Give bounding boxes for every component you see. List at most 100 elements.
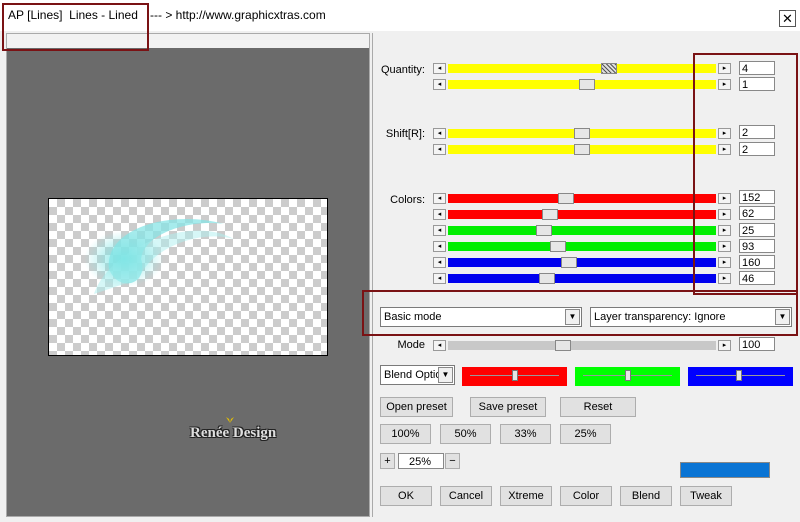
green-color-bar[interactable] [575,367,680,386]
slider-thumb[interactable] [541,209,558,220]
zoom-25-button[interactable]: 25% [560,424,611,444]
slider-thumb[interactable] [557,193,574,204]
quantity-value-1[interactable]: 4 [739,61,775,75]
color-bar-knob[interactable] [624,370,631,381]
slider-right-arrow-icon[interactable]: ▸ [718,79,731,90]
logo: Renée Design [190,425,277,441]
color-slider-3[interactable]: ◂ ▸ [433,225,731,236]
slider-track[interactable] [448,63,716,74]
slider-left-arrow-icon[interactable]: ◂ [433,257,446,268]
shift-slider-2[interactable]: ◂ ▸ [433,144,731,155]
slider-thumb[interactable] [600,63,617,74]
color-value-4[interactable]: 93 [739,239,775,253]
slider-right-arrow-icon[interactable]: ▸ [718,225,731,236]
slider-left-arrow-icon[interactable]: ◂ [433,128,446,139]
slider-right-arrow-icon[interactable]: ▸ [718,193,731,204]
chevron-down-icon[interactable]: ▼ [775,309,790,325]
slider-right-arrow-icon[interactable]: ▸ [718,209,731,220]
slider-left-arrow-icon[interactable]: ◂ [433,273,446,284]
mode-slider[interactable]: ◂ ▸ [433,340,731,351]
slider-track[interactable] [448,225,716,236]
slider-left-arrow-icon[interactable]: ◂ [433,193,446,204]
open-preset-button[interactable]: Open preset [380,397,453,417]
quantity-slider-2[interactable]: ◂ ▸ [433,79,731,90]
preview-canvas[interactable] [48,198,328,356]
mode-value[interactable]: 100 [739,337,775,351]
ok-button[interactable]: OK [380,486,432,506]
save-preset-button[interactable]: Save preset [470,397,546,417]
slider-left-arrow-icon[interactable]: ◂ [433,79,446,90]
slider-thumb[interactable] [574,144,590,155]
zoom-value[interactable]: 25% [398,453,444,469]
blend-options-dropdown[interactable]: Blend Optio ▼ [380,365,455,385]
slider-right-arrow-icon[interactable]: ▸ [718,241,731,252]
chevron-down-icon[interactable]: ▼ [438,367,453,383]
cancel-button[interactable]: Cancel [440,486,492,506]
slider-left-arrow-icon[interactable]: ◂ [433,63,446,74]
slider-thumb[interactable] [555,340,572,351]
shift-value-1[interactable]: 2 [739,125,775,139]
slider-thumb[interactable] [539,273,556,284]
slider-track[interactable] [448,79,716,90]
color-button[interactable]: Color [560,486,612,506]
color-slider-6[interactable]: ◂ ▸ [433,273,731,284]
xtreme-button[interactable]: Xtreme [500,486,552,506]
mode-dropdown[interactable]: Basic mode ▼ [380,307,582,327]
slider-left-arrow-icon[interactable]: ◂ [433,340,446,351]
slider-thumb[interactable] [536,225,553,236]
color-value-6[interactable]: 46 [739,271,775,285]
red-color-bar[interactable] [462,367,567,386]
zoom-33-button[interactable]: 33% [500,424,551,444]
slider-track[interactable] [448,257,716,268]
chevron-down-icon[interactable]: ▼ [565,309,580,325]
colors-label: Colors: [390,194,425,206]
slider-track[interactable] [448,273,716,284]
slider-left-arrow-icon[interactable]: ◂ [433,241,446,252]
slider-track[interactable] [448,241,716,252]
slider-left-arrow-icon[interactable]: ◂ [433,209,446,220]
slider-right-arrow-icon[interactable]: ▸ [718,257,731,268]
slider-right-arrow-icon[interactable]: ▸ [718,340,731,351]
transparency-dropdown[interactable]: Layer transparency: Ignore ▼ [590,307,792,327]
slider-track[interactable] [448,128,716,139]
slider-right-arrow-icon[interactable]: ▸ [718,144,731,155]
zoom-minus-button[interactable]: − [445,453,460,469]
color-slider-1[interactable]: ◂ ▸ [433,193,731,204]
blue-color-bar[interactable] [688,367,793,386]
slider-thumb[interactable] [574,128,590,139]
color-bar-knob[interactable] [511,370,518,381]
panel-divider [372,33,373,517]
zoom-plus-button[interactable]: + [380,453,395,469]
slider-left-arrow-icon[interactable]: ◂ [433,144,446,155]
slider-right-arrow-icon[interactable]: ▸ [718,63,731,74]
shift-value-2[interactable]: 2 [739,142,775,156]
quantity-value-2[interactable]: 1 [739,77,775,91]
slider-track[interactable] [448,209,716,220]
slider-right-arrow-icon[interactable]: ▸ [718,128,731,139]
close-icon: ✕ [782,11,793,26]
reset-button[interactable]: Reset [560,397,636,417]
slider-track[interactable] [448,193,716,204]
tweak-button[interactable]: Tweak [680,486,732,506]
shift-slider-1[interactable]: ◂ ▸ [433,128,731,139]
close-button[interactable]: ✕ [779,10,796,27]
color-slider-4[interactable]: ◂ ▸ [433,241,731,252]
slider-thumb[interactable] [560,257,577,268]
color-value-5[interactable]: 160 [739,255,775,269]
slider-track[interactable] [448,340,716,351]
blend-button[interactable]: Blend [620,486,672,506]
zoom-50-button[interactable]: 50% [440,424,491,444]
quantity-slider-1[interactable]: ◂ ▸ [433,63,731,74]
slider-track[interactable] [448,144,716,155]
color-slider-2[interactable]: ◂ ▸ [433,209,731,220]
slider-thumb[interactable] [549,241,566,252]
slider-thumb[interactable] [579,79,596,90]
color-value-3[interactable]: 25 [739,223,775,237]
color-value-2[interactable]: 62 [739,206,775,220]
slider-left-arrow-icon[interactable]: ◂ [433,225,446,236]
zoom-100-button[interactable]: 100% [380,424,431,444]
color-slider-5[interactable]: ◂ ▸ [433,257,731,268]
color-value-1[interactable]: 152 [739,190,775,204]
color-bar-knob[interactable] [735,370,742,381]
slider-right-arrow-icon[interactable]: ▸ [718,273,731,284]
